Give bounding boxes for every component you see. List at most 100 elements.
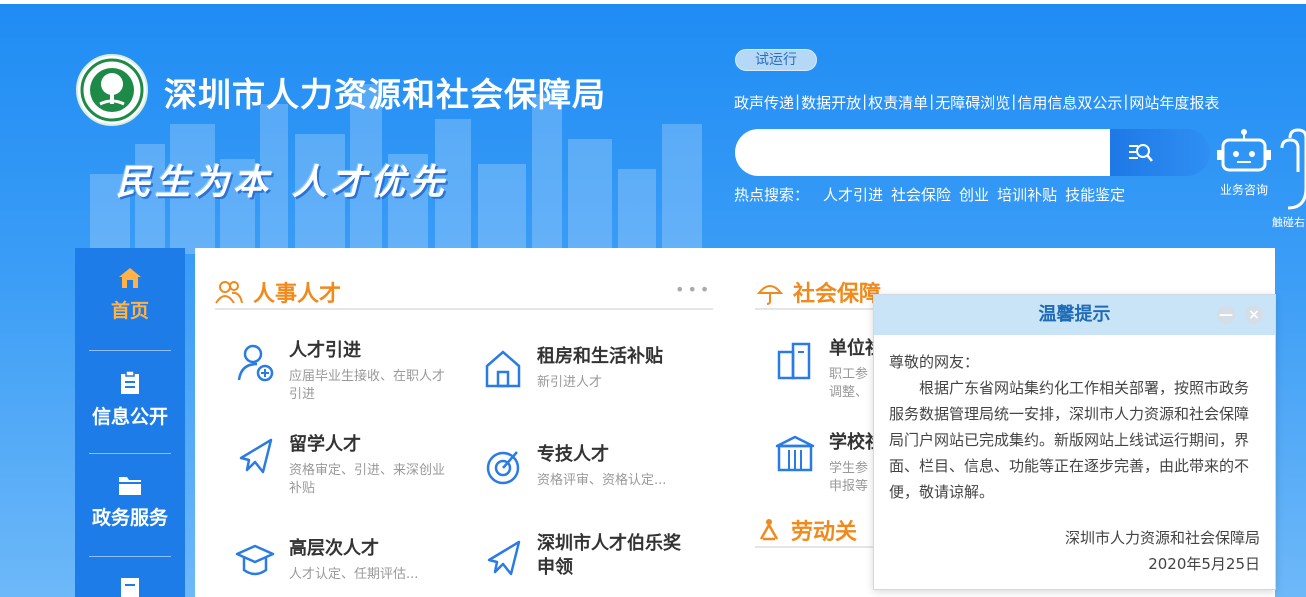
section-social-title[interactable]: 社会保障 (757, 276, 881, 308)
plane-icon (487, 540, 521, 576)
slogan-part-1: 民生为本 (116, 162, 273, 203)
tree-emblem-icon (80, 58, 144, 122)
folder-icon (119, 477, 141, 495)
nav-label: 信息公开 (91, 406, 168, 428)
graduation-cap-icon (235, 544, 275, 576)
dialog-signature: 深圳市人力资源和社会保障局 2020年5月25日 (874, 525, 1275, 577)
section-title-text: 劳动关 (791, 520, 858, 545)
dialog-message: 根据广东省网站集约化工作相关部署，按照市政务服务数据管理局统一安排，深圳市人力资… (889, 379, 1250, 501)
hot-search-label: 热点搜索： (734, 186, 810, 204)
social-item[interactable]: 学校社 学生参 申报等 (775, 428, 883, 496)
user-add-icon (237, 344, 274, 382)
notice-dialog: 温馨提示 — × 尊敬的网友： 根据广东省网站集约化工作相关部署，按照市政务服务… (873, 294, 1276, 590)
link-annual-report[interactable]: 网站年度报表 (1129, 92, 1219, 113)
site-title: 深圳市人力资源和社会保障局 (164, 75, 606, 114)
robot-icon (1217, 129, 1271, 172)
talent-item[interactable]: 高层次人才 人才认定、任期评估... (235, 534, 445, 584)
talent-item[interactable]: 租房和生活补贴 新引进人才 (483, 342, 683, 392)
social-item[interactable]: 单位社 职工参 调整、 (775, 334, 883, 402)
section-labor-title[interactable]: 劳动关 (757, 514, 857, 546)
people-icon (215, 281, 243, 304)
nav-item-info-disclosure[interactable]: 信息公开 (89, 370, 171, 429)
section-divider (755, 308, 875, 310)
labor-icon (759, 519, 779, 541)
plane-icon (239, 438, 273, 474)
umbrella-icon (757, 285, 783, 305)
search-icon (1129, 143, 1153, 162)
top-links: 政声传递 | 数据开放 | 权责清单 | 无障碍浏览 | 信用信息双公示 | 网站年度报表 (734, 92, 1220, 113)
slogan-part-2: 人才优先 (292, 162, 449, 203)
hot-search-item[interactable]: 社会保险 (891, 184, 951, 205)
touch-label: 触碰右 (1272, 216, 1305, 229)
close-button[interactable]: × (1245, 306, 1263, 324)
home-icon (119, 268, 141, 288)
item-title: 人才引进 (289, 340, 361, 361)
dialog-date: 2020年5月25日 (1148, 555, 1260, 573)
minimize-button[interactable]: — (1217, 306, 1235, 324)
item-desc-line: 调整、 (829, 385, 869, 400)
item-title: 租房和生活补贴 (537, 346, 663, 367)
house-icon (485, 350, 521, 388)
talent-item[interactable]: 专技人才 资格评审、资格认定... (483, 440, 683, 490)
nav-item-gov-services[interactable]: 政务服务 (89, 473, 171, 530)
link-credit-info[interactable]: 信用信息双公示 (1017, 92, 1122, 113)
item-desc-line: 学生参 (829, 461, 869, 476)
talent-item[interactable]: 深圳市人才伯乐奖申领 (483, 532, 683, 580)
search-button[interactable] (1110, 129, 1210, 176)
link-policy[interactable]: 政声传递 (734, 92, 794, 113)
item-title: 深圳市人才伯乐奖申领 (537, 533, 681, 578)
school-icon (775, 435, 815, 472)
hot-search-item[interactable]: 创业 (959, 184, 989, 205)
close-icon: × (1248, 307, 1260, 323)
dialog-signature-org: 深圳市人力资源和社会保障局 (1064, 529, 1260, 547)
section-divider (755, 546, 875, 548)
talent-item[interactable]: 留学人才 资格审定、引进、来深创业补贴 (235, 430, 445, 498)
dialog-title: 温馨提示 (1038, 304, 1111, 325)
bureau-logo[interactable] (76, 54, 148, 126)
more-dots-button[interactable]: ••• (675, 280, 712, 299)
item-desc: 应届毕业生接收、在职人才引进 (289, 369, 446, 402)
section-title-text: 人事人才 (253, 282, 342, 307)
section-talent-title[interactable]: 人事人才 (215, 276, 341, 308)
touch-hand-button[interactable]: 触碰右 (1268, 128, 1306, 229)
item-desc-line: 申报等 (829, 479, 869, 494)
hot-search: 热点搜索： 人才引进 社会保险 创业 培训补贴 技能鉴定 (734, 184, 1125, 205)
hot-search-item[interactable]: 技能鉴定 (1065, 184, 1125, 205)
dialog-body: 尊敬的网友： 根据广东省网站集约化工作相关部署，按照市政务服务数据管理局统一安排… (874, 335, 1275, 505)
item-desc: 新引进人才 (537, 375, 603, 390)
hot-search-item[interactable]: 人才引进 (823, 184, 883, 205)
item-desc-line: 职工参 (829, 367, 869, 382)
minimize-icon: — (1219, 307, 1233, 323)
item-desc: 资格评审、资格认定... (537, 473, 667, 488)
link-power-list[interactable]: 权责清单 (868, 92, 928, 113)
nav-label: 政务服务 (91, 507, 168, 529)
dialog-greeting: 尊敬的网友： (889, 353, 980, 371)
slogan: 民生为本 人才优先 (116, 154, 448, 205)
clipboard-icon (121, 370, 139, 394)
item-title: 专技人才 (537, 444, 609, 465)
consult-label: 业务咨询 (1219, 183, 1268, 197)
link-accessibility[interactable]: 无障碍浏览 (935, 92, 1010, 113)
nav-item-more[interactable] (89, 576, 171, 597)
nav-item-home[interactable]: 首页 (89, 266, 171, 323)
item-desc: 人才认定、任期评估... (289, 567, 419, 582)
trial-run-badge: 试运行 (735, 49, 817, 71)
talent-item[interactable]: 人才引进 应届毕业生接收、在职人才引进 (235, 336, 445, 404)
building-icon (777, 342, 811, 380)
nav-label: 首页 (110, 300, 149, 322)
document-icon (121, 578, 139, 597)
link-open-data[interactable]: 数据开放 (801, 92, 861, 113)
left-nav: 首页 信息公开 政务服务 (75, 248, 185, 597)
item-title: 留学人才 (289, 434, 361, 455)
hot-search-item[interactable]: 培训补贴 (997, 184, 1057, 205)
header-banner: 深圳市人力资源和社会保障局 民生为本 人才优先 试运行 政声传递 | 数据开放 | 权… (0, 4, 1306, 597)
section-divider (215, 308, 713, 310)
item-desc: 资格审定、引进、来深创业补贴 (289, 463, 446, 496)
item-title: 高层次人才 (289, 538, 379, 559)
section-title-text: 社会保障 (793, 282, 882, 307)
hand-pointer-icon (1280, 128, 1306, 210)
search-input[interactable] (735, 129, 1115, 176)
target-icon (486, 451, 520, 485)
business-consult-button[interactable]: 业务咨询 (1212, 128, 1276, 198)
dialog-header: 温馨提示 — × (874, 295, 1275, 335)
